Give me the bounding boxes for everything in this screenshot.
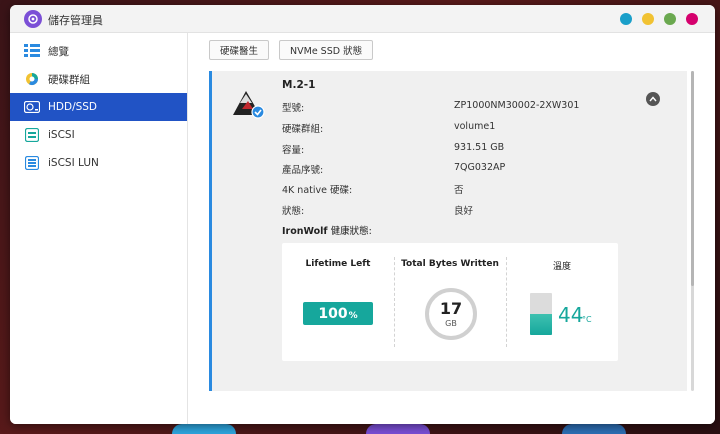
info-label: 4K native 硬碟: xyxy=(282,185,353,196)
total-bytes-written-value: 17 xyxy=(439,298,463,318)
health-status-suffix: 健康狀態: xyxy=(327,226,372,237)
storage-manager-app-icon xyxy=(24,10,42,28)
disk-name: M.2-1 xyxy=(282,79,316,91)
ironwolf-health-title: IronWolf 健康狀態: xyxy=(282,223,372,237)
temperature-value: 44 xyxy=(558,303,584,327)
info-row-status: 狀態: 良好 xyxy=(282,203,582,217)
lifetime-left-badge: 100% xyxy=(303,302,373,325)
sidebar-item-label: iSCSI xyxy=(48,129,75,141)
info-label: 硬碟群組: xyxy=(282,124,324,135)
sidebar-item-label: 總覽 xyxy=(48,45,69,58)
desktop-app-icon-1 xyxy=(172,424,236,434)
info-row-model: 型號: ZP1000NM30002-2XW301 xyxy=(282,100,582,114)
minimize-dot-icon[interactable] xyxy=(620,13,632,25)
hdd-ssd-icon xyxy=(24,100,40,114)
sidebar-item-disk-group[interactable]: 硬碟群組 xyxy=(10,65,187,93)
restore-dot-icon[interactable] xyxy=(664,13,676,25)
info-value: volume1 xyxy=(454,121,496,132)
title-bar: 儲存管理員 xyxy=(10,5,715,33)
lifetime-left-value: 100 xyxy=(318,305,348,322)
sidebar: 總覽 硬碟群組 HDD/SSD iSCSI iSCSI LUN xyxy=(10,33,188,424)
lifetime-left-section: Lifetime Left 100% xyxy=(282,243,394,361)
temperature-gauge-icon xyxy=(530,293,552,335)
total-bytes-written-section: Total Bytes Written 17 GB xyxy=(394,243,506,361)
sidebar-item-overview[interactable]: 總覽 xyxy=(10,37,187,65)
desktop-app-icon-3 xyxy=(562,424,626,434)
disk-group-icon xyxy=(24,72,40,86)
lifetime-left-unit: % xyxy=(348,310,358,321)
disk-detail-panel: M.2-1 型號: ZP1000NM30002-2XW301 硬碟群組: vol… xyxy=(209,71,687,391)
panel-scrollbar[interactable] xyxy=(691,71,694,391)
sidebar-item-label: iSCSI LUN xyxy=(48,157,99,169)
iscsi-lun-icon xyxy=(24,156,40,170)
info-label: 狀態: xyxy=(282,206,305,217)
temperature-section: 溫度 44 °C xyxy=(506,243,618,361)
info-row-capacity: 容量: 931.51 GB xyxy=(282,142,582,156)
temperature-label: 溫度 xyxy=(552,262,571,272)
info-label: 型號: xyxy=(282,103,305,114)
info-value: ZP1000NM30002-2XW301 xyxy=(454,100,580,111)
ssd-disk-icon xyxy=(230,85,266,119)
temperature-gauge-fill xyxy=(530,314,552,335)
total-bytes-written-ring: 17 GB xyxy=(425,288,477,340)
storage-manager-window: 儲存管理員 總覽 硬碟群組 HDD/SSD iSCSI iSCSI LUN 硬碟… xyxy=(10,5,715,424)
total-bytes-written-unit: GB xyxy=(445,318,457,328)
sidebar-item-label: HDD/SSD xyxy=(48,101,98,113)
info-row-4k-native: 4K native 硬碟: 否 xyxy=(282,182,582,196)
health-card: Lifetime Left 100% Total Bytes Written 1… xyxy=(282,243,618,361)
info-value: 931.51 GB xyxy=(454,142,505,153)
iscsi-icon xyxy=(24,128,40,142)
sidebar-item-label: 硬碟群組 xyxy=(48,73,90,86)
toolbar: 硬碟醫生 NVMe SSD 狀態 xyxy=(209,40,374,60)
scrollbar-thumb[interactable] xyxy=(691,71,694,286)
info-value: 良好 xyxy=(454,206,474,217)
info-value: 7QG032AP xyxy=(454,162,506,173)
desktop-app-icon-2 xyxy=(366,424,430,434)
main-content: 硬碟醫生 NVMe SSD 狀態 M.2-1 型號: ZP1000NM30002… xyxy=(189,33,715,424)
lifetime-left-label: Lifetime Left xyxy=(305,259,371,269)
collapse-chevron-up-icon[interactable] xyxy=(646,92,660,106)
info-value: 否 xyxy=(454,185,464,196)
sidebar-item-iscsi-lun[interactable]: iSCSI LUN xyxy=(10,149,187,177)
window-title: 儲存管理員 xyxy=(48,14,103,27)
nvme-ssd-status-button[interactable]: NVMe SSD 狀態 xyxy=(279,40,374,60)
ironwolf-brand: IronWolf xyxy=(282,226,328,237)
info-label: 產品序號: xyxy=(282,165,324,176)
sidebar-item-iscsi[interactable]: iSCSI xyxy=(10,121,187,149)
maximize-dot-icon[interactable] xyxy=(642,13,654,25)
info-row-serial: 產品序號: 7QG032AP xyxy=(282,162,582,176)
sidebar-item-hdd-ssd[interactable]: HDD/SSD xyxy=(10,93,187,121)
info-label: 容量: xyxy=(282,145,305,156)
temperature-unit: °C xyxy=(582,315,592,324)
info-row-disk-group: 硬碟群組: volume1 xyxy=(282,121,582,135)
total-bytes-written-label: Total Bytes Written xyxy=(401,259,499,269)
close-dot-icon[interactable] xyxy=(686,13,698,25)
disk-doctor-button[interactable]: 硬碟醫生 xyxy=(209,40,270,60)
overview-icon xyxy=(24,44,40,58)
